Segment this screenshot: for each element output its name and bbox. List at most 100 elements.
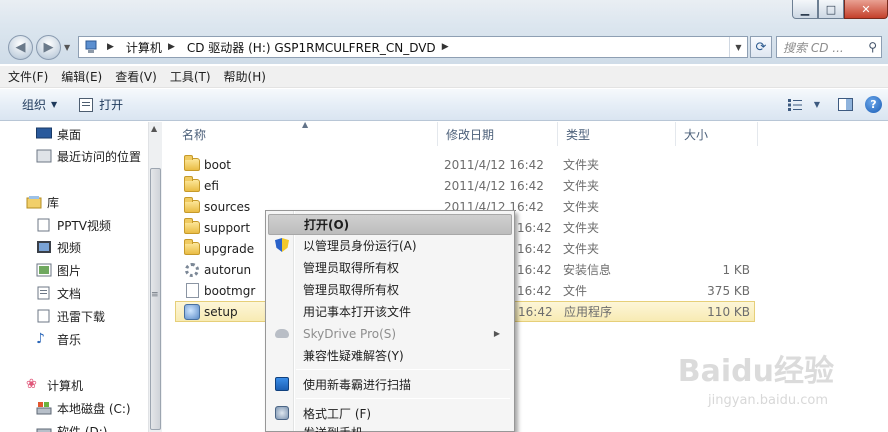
- nav-item-desktop[interactable]: 桌面: [36, 124, 81, 144]
- help-icon[interactable]: ?: [865, 96, 882, 113]
- nav-item-libraries[interactable]: 库: [26, 192, 59, 212]
- breadcrumb-computer[interactable]: 计算机 ▶: [126, 39, 181, 56]
- view-controls: ▼ ?: [775, 96, 882, 113]
- view-options-dropdown-icon[interactable]: ▼: [809, 97, 825, 113]
- desktop-icon: [36, 127, 52, 139]
- nav-item-pictures[interactable]: 图片: [36, 260, 81, 280]
- nav-item-drive-d[interactable]: 软件 (D:): [36, 421, 107, 432]
- forward-arrow-icon: ▶: [43, 39, 54, 55]
- column-header-name[interactable]: 名称: [174, 122, 438, 146]
- folder-icon: [184, 155, 200, 171]
- file-icon: [186, 283, 199, 298]
- back-button[interactable]: ◀: [8, 34, 33, 60]
- antivirus-scan-icon: [275, 377, 289, 391]
- menu-item-compatibility-troubleshoot[interactable]: 兼容性疑难解答(Y): [268, 345, 512, 366]
- music-note-icon: ♪: [36, 331, 45, 347]
- minimize-button[interactable]: ▁: [792, 0, 818, 19]
- preview-pane-icon[interactable]: [837, 97, 853, 113]
- menu-separator: [296, 398, 510, 399]
- nav-item-videos[interactable]: 视频: [36, 237, 81, 257]
- address-bar[interactable]: ▶ 计算机 ▶ CD 驱动器 (H:) GSP1RMCULFRER_CN_DVD…: [78, 36, 748, 58]
- chevron-right-icon[interactable]: ▶: [168, 42, 175, 52]
- menu-item-take-ownership[interactable]: 管理员取得所有权: [268, 257, 512, 278]
- library-icon: [26, 196, 42, 209]
- folder-icon: [184, 176, 200, 192]
- folder-icon: [184, 239, 200, 255]
- menu-item-antivirus-scan[interactable]: 使用新毒霸进行扫描: [268, 374, 512, 395]
- caret-down-icon: ▼: [51, 100, 58, 109]
- back-arrow-icon: ◀: [15, 39, 26, 55]
- search-input[interactable]: 搜索 CD ... ⚲: [776, 36, 882, 58]
- documents-library-icon: [37, 286, 50, 300]
- document-library-icon: [37, 218, 50, 232]
- local-disk-icon: [36, 402, 52, 415]
- menu-view[interactable]: 查看(V): [115, 68, 157, 85]
- menu-help[interactable]: 帮助(H): [224, 68, 266, 85]
- uac-shield-icon: [275, 238, 289, 252]
- settings-file-icon: [185, 262, 199, 277]
- nav-item-documents[interactable]: 文档: [36, 283, 81, 303]
- open-window-icon: [79, 97, 94, 112]
- scroll-up-icon[interactable]: ▲: [151, 124, 157, 133]
- nav-item-music[interactable]: ♪ 音乐: [36, 329, 81, 349]
- cloud-icon: [275, 329, 289, 338]
- window-controls: ▁ □ ✕: [792, 0, 888, 19]
- baidu-watermark-logo: Baidu经验: [677, 354, 834, 389]
- command-bar: 组织 ▼ 打开 ▼ ?: [0, 89, 888, 121]
- picture-library-icon: [36, 263, 52, 277]
- baidu-watermark-url: jingyan.baidu.com: [708, 393, 828, 408]
- search-icon[interactable]: ⚲: [868, 40, 877, 54]
- folder-icon: [184, 218, 200, 234]
- format-factory-icon: [275, 406, 289, 420]
- close-button[interactable]: ✕: [844, 0, 888, 19]
- menu-separator: [296, 369, 510, 370]
- organize-button[interactable]: 组织 ▼: [22, 96, 57, 113]
- refresh-icon: ⟳: [755, 39, 767, 55]
- computer-location-icon: [85, 40, 97, 53]
- menu-item-run-as-admin[interactable]: 以管理员身份运行(A): [268, 235, 512, 256]
- navigation-row: ◀ ▶ ▼ ▶ 计算机 ▶ CD 驱动器 (H:) GSP1RMCULFRER_…: [8, 34, 882, 60]
- video-library-icon: [37, 241, 51, 253]
- maximize-button[interactable]: □: [818, 0, 844, 19]
- breadcrumb-cd-drive[interactable]: CD 驱动器 (H:) GSP1RMCULFRER_CN_DVD ▶: [187, 39, 455, 56]
- menu-tools[interactable]: 工具(T): [170, 68, 211, 85]
- nav-item-recent-places[interactable]: 最近访问的位置: [36, 146, 141, 166]
- computer-flower-icon: ❀: [26, 377, 37, 392]
- column-header-size[interactable]: 大小: [676, 122, 758, 146]
- local-disk-icon: [36, 428, 52, 432]
- folder-icon: [184, 197, 200, 213]
- recent-places-icon: [36, 149, 52, 163]
- refresh-button[interactable]: ⟳: [750, 36, 772, 58]
- column-header-type[interactable]: 类型: [558, 122, 676, 146]
- change-view-icon[interactable]: [787, 97, 803, 113]
- file-row[interactable]: efi 2011/4/12 16:42 文件夹: [176, 175, 754, 196]
- menu-item-skydrive-pro[interactable]: SkyDrive Pro(S) ▶: [268, 323, 512, 344]
- forward-button[interactable]: ▶: [36, 34, 61, 60]
- nav-pane-scrollbar[interactable]: ▲ ≡: [148, 122, 162, 432]
- menu-item-open-with-notepad[interactable]: 用记事本打开该文件: [268, 301, 512, 322]
- address-history-dropdown-icon[interactable]: ▼: [729, 37, 747, 57]
- scrollbar-grip-icon: ≡: [151, 290, 159, 300]
- open-button[interactable]: 打开: [79, 96, 123, 113]
- nav-item-drive-c[interactable]: 本地磁盘 (C:): [36, 398, 131, 418]
- menu-file[interactable]: 文件(F): [8, 68, 48, 85]
- nav-item-computer[interactable]: ❀ 计算机: [26, 375, 83, 395]
- window-titlebar: ▁ □ ✕ ◀ ▶ ▼ ▶ 计算机 ▶ CD 驱动器 (H:) GSP1RMCU…: [0, 0, 888, 64]
- menu-item-open[interactable]: 打开(O): [268, 214, 512, 235]
- navigation-pane: 桌面 最近访问的位置 库 PPTV视频 视频 图片 文档 迅雷下载 ♪ 音乐 ❀…: [0, 122, 162, 432]
- menu-edit[interactable]: 编辑(E): [61, 68, 102, 85]
- menu-bar: 文件(F) 编辑(E) 查看(V) 工具(T) 帮助(H): [0, 66, 888, 88]
- menu-item-take-ownership-2[interactable]: 管理员取得所有权: [268, 279, 512, 300]
- menu-item-format-factory[interactable]: 格式工厂 (F): [268, 403, 512, 424]
- nav-item-pptv-video[interactable]: PPTV视频: [36, 215, 111, 235]
- nav-item-thunder-downloads[interactable]: 迅雷下载: [36, 306, 105, 326]
- submenu-arrow-icon: ▶: [493, 329, 500, 338]
- chevron-right-icon[interactable]: ▶: [442, 42, 449, 52]
- download-library-icon: [37, 309, 50, 323]
- file-row[interactable]: boot 2011/4/12 16:42 文件夹: [176, 154, 754, 175]
- application-icon: [184, 303, 200, 320]
- breadcrumb-separator-icon[interactable]: ▶: [105, 42, 120, 52]
- menu-item-send-to-phone[interactable]: 发送到手机: [268, 424, 512, 432]
- column-header-date[interactable]: 修改日期: [438, 122, 558, 146]
- recent-pages-dropdown-icon[interactable]: ▼: [64, 43, 74, 52]
